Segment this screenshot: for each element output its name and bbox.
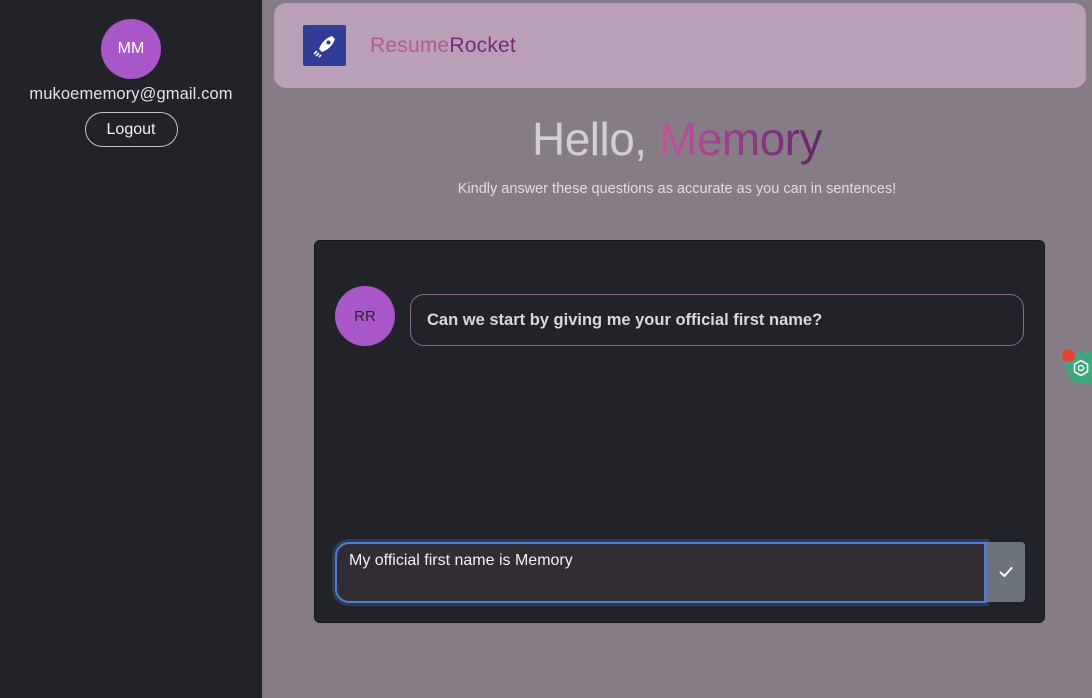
brand-name[interactable]: ResumeRocket <box>370 34 516 58</box>
notification-dot <box>1062 349 1075 362</box>
submit-answer-button[interactable] <box>986 542 1025 602</box>
greeting-hello: Hello, <box>531 113 659 165</box>
logout-button[interactable]: Logout <box>84 112 178 147</box>
bot-avatar: RR <box>335 286 395 346</box>
sidebar: MM mukoememory@gmail.com Logout <box>0 0 262 698</box>
greeting-name: Memory <box>658 113 823 165</box>
brand-part-resume: Resume <box>370 34 450 57</box>
rocket-icon[interactable] <box>303 25 346 66</box>
bot-avatar-initials: RR <box>354 307 376 325</box>
page-title: Hello, Memory <box>262 112 1092 166</box>
bot-message: Can we start by giving me your official … <box>410 294 1024 346</box>
main-content: ResumeRocket / Hello, Memory Kindly answ… <box>262 0 1092 698</box>
user-avatar[interactable]: MM <box>101 19 161 79</box>
user-avatar-initials: MM <box>117 40 145 57</box>
answer-input[interactable] <box>335 542 986 603</box>
answer-form <box>335 542 1025 603</box>
hexagon-icon <box>1073 359 1089 377</box>
brand-part-rocket: Rocket <box>449 34 516 57</box>
page-subtitle: Kindly answer these questions as accurat… <box>457 181 897 197</box>
app-header: ResumeRocket / <box>274 3 1086 88</box>
chat-panel: RR Can we start by giving me your offici… <box>314 240 1045 623</box>
user-email: mukoememory@gmail.com <box>29 85 233 103</box>
check-icon <box>999 567 1012 577</box>
